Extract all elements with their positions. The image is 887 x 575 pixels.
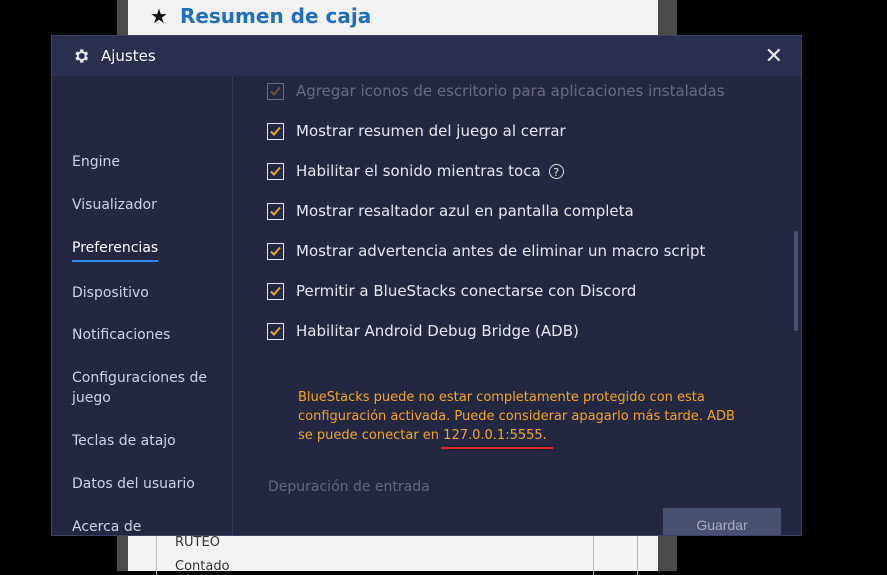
sidebar-item-datos-del-usuario[interactable]: Datos del usuario	[72, 474, 195, 494]
option-label: Mostrar resaltador azul en pantalla comp…	[296, 202, 634, 220]
sidebar-item-notificaciones[interactable]: Notificaciones	[72, 325, 170, 345]
option-label: Habilitar Android Debug Bridge (ADB)	[296, 322, 579, 340]
divider	[593, 535, 594, 575]
checkbox[interactable]	[267, 282, 284, 300]
option-label: Mostrar resumen del juego al cerrar	[296, 122, 566, 140]
option-desktop-icons[interactable]: Agregar iconos de escritorio para aplica…	[267, 82, 725, 100]
sidebar-item-preferencias[interactable]: Preferencias	[72, 238, 159, 262]
scrollbar[interactable]	[794, 231, 798, 331]
settings-sidebar: Engine Visualizador Preferencias Disposi…	[52, 76, 233, 535]
dialog-titlebar: Ajustes ✕	[52, 36, 801, 76]
option-touch-sound[interactable]: Habilitar el sonido mientras toca ?	[267, 162, 564, 180]
option-discord[interactable]: Permitir a BlueStacks conectarse con Dis…	[267, 282, 636, 300]
star-icon: ★	[150, 4, 168, 28]
background-header: ★ Resumen de caja	[150, 2, 371, 30]
background-title: Resumen de caja	[179, 4, 372, 28]
option-macro-warning[interactable]: Mostrar advertencia antes de eliminar un…	[267, 242, 705, 260]
dialog-title: Ajustes	[101, 47, 156, 65]
option-label: Permitir a BlueStacks conectarse con Dis…	[296, 282, 637, 300]
adb-warning: BlueStacks puede no estar completamente …	[298, 388, 738, 445]
option-label: Habilitar el sonido mientras toca	[296, 162, 541, 180]
preferences-panel: Agregar iconos de escritorio para aplica…	[233, 76, 801, 535]
adb-address: 127.0.0.1:5555.	[443, 428, 547, 443]
sidebar-item-acerca-de[interactable]: Acerca de	[72, 517, 141, 537]
settings-dialog: Ajustes ✕ Engine Visualizador Preferenci…	[51, 35, 802, 536]
checkbox[interactable]	[267, 162, 284, 180]
close-icon[interactable]: ✕	[765, 44, 783, 69]
save-button[interactable]: Guardar	[663, 508, 781, 535]
checkbox[interactable]	[267, 82, 284, 100]
section-title-input-debug: Depuración de entrada	[268, 479, 430, 495]
sidebar-item-teclas-de-atajo[interactable]: Teclas de atajo	[72, 431, 176, 451]
active-underline	[72, 260, 159, 262]
sidebar-item-configuraciones-de-juego[interactable]: Configuraciones de juego	[72, 368, 212, 408]
option-label: Agregar iconos de escritorio para aplica…	[296, 82, 725, 100]
background-row: RUTEO	[175, 535, 220, 550]
checkbox[interactable]	[267, 122, 284, 140]
sidebar-item-engine[interactable]: Engine	[72, 152, 120, 172]
checkbox[interactable]	[267, 202, 284, 220]
option-adb[interactable]: Habilitar Android Debug Bridge (ADB)	[267, 322, 579, 340]
checkbox[interactable]	[267, 322, 284, 340]
option-game-summary[interactable]: Mostrar resumen del juego al cerrar	[267, 122, 566, 140]
gear-icon	[75, 49, 89, 63]
background-row: Contado	[175, 559, 230, 574]
option-label: Mostrar advertencia antes de eliminar un…	[296, 242, 706, 260]
option-blue-highlighter[interactable]: Mostrar resaltador azul en pantalla comp…	[267, 202, 634, 220]
help-icon[interactable]: ?	[548, 163, 564, 179]
sidebar-item-label: Preferencias	[72, 240, 159, 256]
sidebar-item-visualizador[interactable]: Visualizador	[72, 195, 157, 215]
checkbox[interactable]	[267, 242, 284, 260]
background-list: RUTEO Contado	[156, 535, 638, 575]
sidebar-item-dispositivo[interactable]: Dispositivo	[72, 283, 149, 303]
